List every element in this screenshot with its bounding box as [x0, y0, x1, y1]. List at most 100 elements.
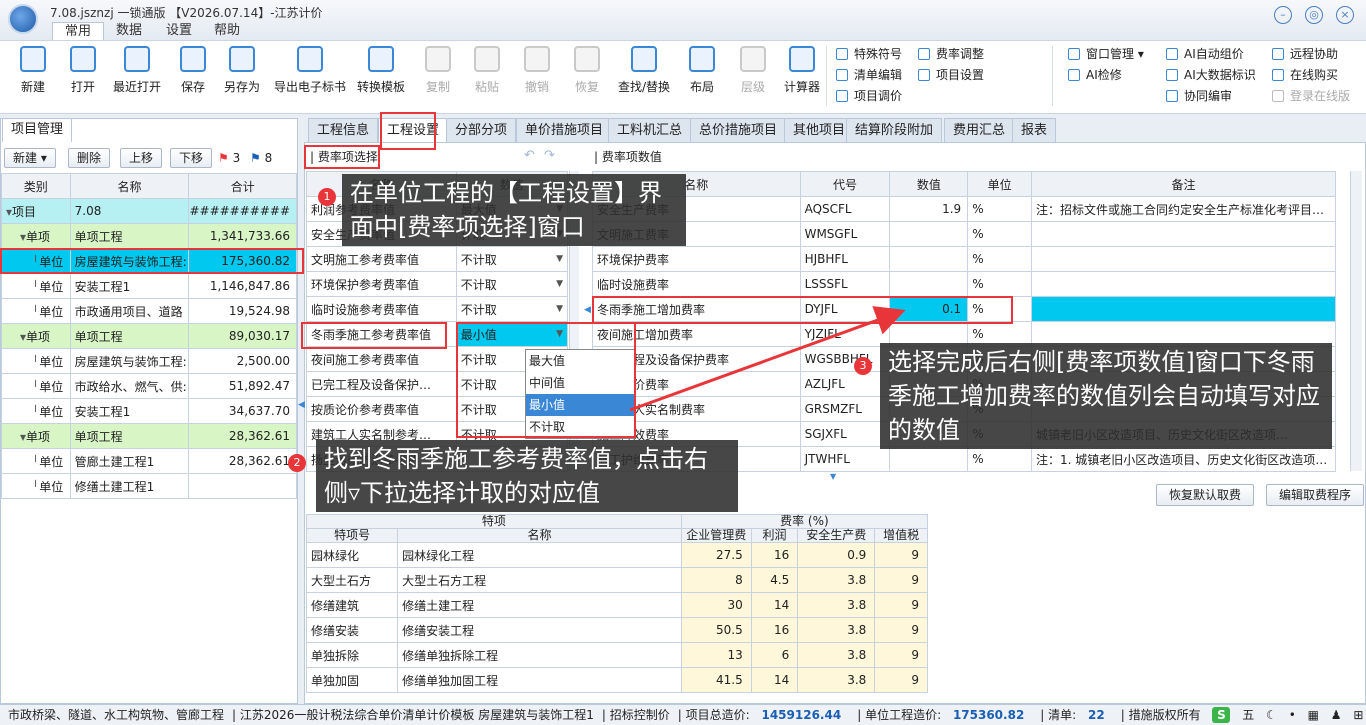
- special-cell[interactable]: 0.9: [797, 542, 876, 568]
- special-cell[interactable]: 27.5: [680, 542, 752, 568]
- special-item-row[interactable]: 修缮建筑 修缮土建工程 30 14 3.8 9: [305, 592, 928, 618]
- special-cell[interactable]: 3.8: [797, 592, 876, 618]
- rate-select-row[interactable]: 环境保护参考费率值 不计取 ▼: [306, 271, 569, 297]
- undo-button[interactable]: 撤销: [524, 46, 550, 95]
- red-flag-counter[interactable]: ⚑ 3: [218, 151, 240, 165]
- minimize-icon[interactable]: –: [1274, 6, 1292, 24]
- special-cell[interactable]: 13: [680, 642, 752, 668]
- rate-value-select[interactable]: 最小值 ▼: [455, 321, 569, 347]
- tree-row[interactable]: ╵单位 安装工程1 1,146,847.86: [1, 273, 297, 299]
- blue-flag-counter[interactable]: ⚑ 8: [250, 151, 272, 165]
- special-cell[interactable]: 9: [874, 642, 928, 668]
- expand-down-icon[interactable]: ▼: [830, 472, 836, 481]
- special-cell[interactable]: 16: [750, 542, 799, 568]
- menu-tab-data[interactable]: 数据: [104, 22, 154, 40]
- rate-adjust-button[interactable]: 费率调整: [918, 44, 984, 64]
- rate-select-row[interactable]: 临时设施参考费率值 不计取 ▼: [306, 296, 569, 322]
- ime-grid-icon[interactable]: ⊞: [1353, 708, 1363, 722]
- list-edit-button[interactable]: 清单编辑: [836, 65, 902, 85]
- calculator-button[interactable]: 计算器: [784, 46, 820, 95]
- rate-value-cell[interactable]: 1.9: [889, 196, 969, 222]
- rate-values-row[interactable]: 环境保护费率 HJBHFL%: [592, 246, 1337, 272]
- tab-3[interactable]: 分部分项: [446, 118, 517, 142]
- ime-dot-icon[interactable]: •: [1289, 708, 1296, 722]
- rate-values-scrollbar[interactable]: [1350, 171, 1362, 471]
- tab-7[interactable]: 其他项目: [784, 118, 855, 142]
- collab-review-button[interactable]: 协同编审: [1166, 86, 1232, 106]
- project-price-adjust-button[interactable]: 项目调价: [836, 86, 902, 106]
- rate-value-cell[interactable]: [889, 246, 969, 272]
- ai-auto-price-button[interactable]: AI自动组价: [1166, 44, 1244, 64]
- ai-inspect-button[interactable]: AI检修: [1068, 65, 1122, 85]
- dropdown-arrow-icon[interactable]: ▼: [556, 279, 563, 289]
- rate-select-row[interactable]: 文明施工参考费率值 不计取 ▼: [306, 246, 569, 272]
- menu-tab-common[interactable]: 常用: [52, 22, 105, 40]
- project-manager-tab[interactable]: 项目管理: [2, 118, 73, 142]
- special-cell[interactable]: 9: [874, 567, 928, 593]
- tab-4[interactable]: 单价措施项目: [516, 118, 613, 142]
- tab-5[interactable]: 工料机汇总: [608, 118, 692, 142]
- tree-row[interactable]: ╵单位 市政给水、燃气、供: 51,892.47: [1, 373, 297, 399]
- tree-row[interactable]: ▾项目 7.08 ##########: [1, 198, 297, 224]
- restore-icon[interactable]: ◎: [1305, 6, 1323, 24]
- restore-default-button[interactable]: 恢复默认取费: [1156, 484, 1255, 506]
- redo-button[interactable]: 恢复: [574, 46, 600, 95]
- app-logo-icon[interactable]: [8, 4, 38, 34]
- save-button[interactable]: 保存: [180, 46, 206, 95]
- tab-6[interactable]: 总价措施项目: [690, 118, 787, 142]
- online-buy-button[interactable]: 在线购买: [1272, 65, 1338, 85]
- special-cell[interactable]: 14: [750, 592, 799, 618]
- tree-row[interactable]: ╵单位 安装工程1 34,637.70: [1, 398, 297, 424]
- online-login-button[interactable]: 登录在线版: [1272, 86, 1350, 106]
- special-cell[interactable]: 9: [874, 617, 928, 643]
- tree-row[interactable]: ╵单位 房屋建筑与装饰工程: 175,360.82: [1, 248, 297, 274]
- tab-8[interactable]: 结算阶段附加: [846, 118, 943, 142]
- rate-values-row[interactable]: 安全生产费率AQSCFL1.9%注：招标文件或施工合同约定安全生产标准化考评目…: [592, 196, 1337, 222]
- redo-small-icon[interactable]: ↷: [544, 148, 555, 163]
- dropdown-arrow-icon[interactable]: ▼: [556, 329, 563, 339]
- tree-row[interactable]: ▾单项 单项工程 89,030.17: [1, 323, 297, 349]
- special-cell[interactable]: 14: [750, 667, 799, 693]
- rate-values-row[interactable]: 临时设施费率 LSSSFL%: [592, 271, 1337, 297]
- close-icon[interactable]: ×: [1336, 6, 1354, 24]
- remote-assist-button[interactable]: 远程协助: [1272, 44, 1338, 64]
- collapse-mid-icon[interactable]: ◀: [584, 305, 591, 315]
- open-button[interactable]: 打开: [70, 46, 96, 95]
- special-item-row[interactable]: 大型土石方 大型土石方工程 8 4.5 3.8 9: [305, 567, 928, 593]
- special-item-row[interactable]: 修缮安装 修缮安装工程 50.5 16 3.8 9: [305, 617, 928, 643]
- special-cell[interactable]: 16: [750, 617, 799, 643]
- special-item-row[interactable]: 园林绿化 园林绿化工程 27.5 16 0.9 9: [305, 542, 928, 568]
- special-cell[interactable]: 9: [874, 542, 928, 568]
- ai-bigdata-mark-button[interactable]: AI大数据标识: [1166, 65, 1256, 85]
- special-cell[interactable]: 3.8: [797, 567, 876, 593]
- rate-select-row[interactable]: 冬雨季施工参考费率值 最小值 ▼: [306, 321, 569, 347]
- special-cell[interactable]: 3.8: [797, 617, 876, 643]
- tab-9[interactable]: 费用汇总: [944, 118, 1015, 142]
- tab-1[interactable]: 工程信息: [308, 118, 379, 142]
- collapse-left-icon[interactable]: ◀: [298, 400, 305, 410]
- special-cell[interactable]: 6: [750, 642, 799, 668]
- tree-row[interactable]: ▾单项 单项工程 1,341,733.66: [1, 223, 297, 249]
- recent-button[interactable]: 最近打开: [113, 46, 161, 95]
- special-item-row[interactable]: 单独拆除 修缮单独拆除工程 13 6 3.8 9: [305, 642, 928, 668]
- convert-template-button[interactable]: 转换模板: [357, 46, 405, 95]
- dropdown-arrow-icon[interactable]: ▼: [556, 304, 563, 314]
- dropdown-arrow-icon[interactable]: ▼: [556, 254, 563, 264]
- rate-value-select[interactable]: 不计取 ▼: [455, 271, 569, 297]
- level-button[interactable]: 层级: [740, 46, 766, 95]
- special-cell[interactable]: 50.5: [680, 617, 752, 643]
- rate-value-cell[interactable]: [889, 221, 969, 247]
- menu-tab-settings[interactable]: 设置: [154, 22, 204, 40]
- special-cell[interactable]: 41.5: [680, 667, 752, 693]
- tab-10[interactable]: 报表: [1012, 118, 1057, 142]
- move-up-button[interactable]: 上移: [120, 148, 163, 168]
- ime-icon[interactable]: S: [1212, 707, 1231, 723]
- ime-keyboard-icon[interactable]: ▦: [1308, 708, 1319, 722]
- special-cell[interactable]: 9: [874, 667, 928, 693]
- tree-row[interactable]: ╵单位 市政通用项目、道路 19,524.98: [1, 298, 297, 324]
- export-bid-button[interactable]: 导出电子标书: [274, 46, 346, 95]
- rate-value-select[interactable]: 不计取 ▼: [455, 296, 569, 322]
- save-as-button[interactable]: 另存为: [224, 46, 260, 95]
- new-node-button[interactable]: 新建 ▾: [4, 148, 56, 168]
- ime-wubi[interactable]: 五: [1242, 708, 1254, 722]
